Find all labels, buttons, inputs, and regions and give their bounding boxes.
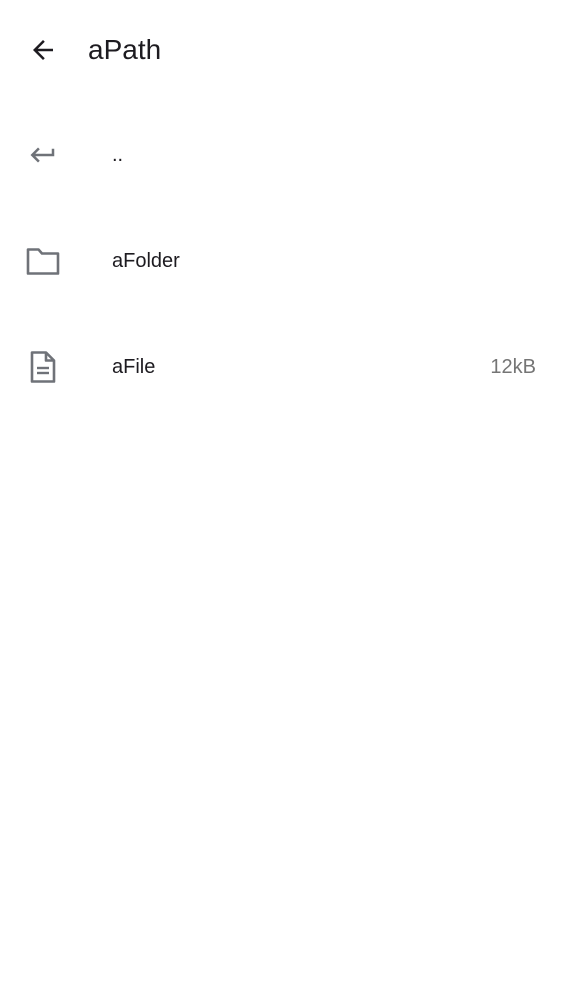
entry-name: .. — [112, 144, 124, 166]
list-item-parent-directory[interactable]: .. — [0, 102, 562, 208]
top-app-bar: aPath — [0, 0, 562, 100]
file-icon — [24, 350, 62, 384]
back-button[interactable] — [18, 25, 68, 75]
file-browser-screen: aPath .. aFolder aFile 12kB — [0, 0, 562, 1000]
entry-size: 12kB — [490, 356, 536, 378]
entry-name: aFolder — [112, 250, 180, 272]
arrow-left-icon — [33, 40, 53, 60]
file-list: .. aFolder aFile 12kB — [0, 102, 562, 420]
folder-icon — [24, 244, 62, 278]
return-icon — [24, 138, 62, 172]
list-item-file[interactable]: aFile 12kB — [0, 314, 562, 420]
entry-name: aFile — [112, 356, 156, 378]
list-item-folder[interactable]: aFolder — [0, 208, 562, 314]
page-title: aPath — [88, 34, 162, 65]
